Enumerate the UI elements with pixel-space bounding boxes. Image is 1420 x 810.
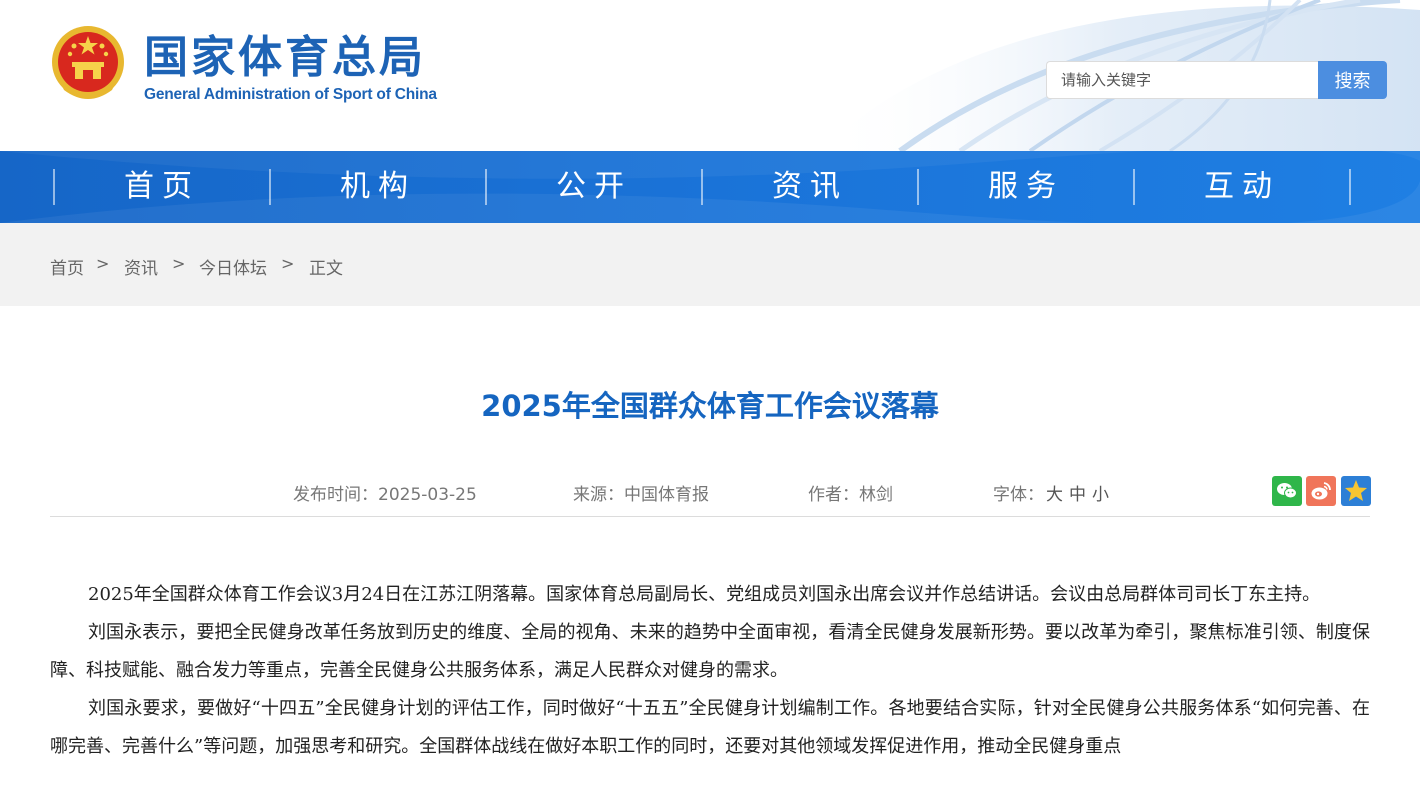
nav-item-organization[interactable]: 机构 [270,151,486,223]
site-subtitle: General Administration of Sport of China [144,86,437,103]
author-label: 作者： [808,485,859,505]
breadcrumb-current: 正文 [309,259,343,279]
breadcrumb-separator: > [281,254,295,273]
source-label: 来源： [573,485,624,505]
breadcrumb-home[interactable]: 首页 [50,254,84,279]
font-size-control: 字体：大中小 [993,480,1109,505]
site-header: 国家体育总局 General Administration of Sport o… [0,0,1420,151]
source-value: 中国体育报 [624,485,709,505]
article-paragraph: 刘国永表示，要把全民健身改革任务放到历史的维度、全局的视角、未来的趋势中全面审视… [50,622,1370,681]
nav-item-disclosure[interactable]: 公开 [486,151,702,223]
font-label: 字体： [993,485,1044,505]
breadcrumb-news[interactable]: 资讯 [124,254,158,279]
article-paragraph: 2025年全国群众体育工作会议3月24日在江苏江阴落幕。国家体育总局副局长、党组… [88,584,1321,605]
font-medium-option[interactable]: 中 [1069,485,1086,505]
source-info: 来源：中国体育报 [573,480,709,505]
national-emblem-logo [52,26,124,99]
publish-label: 发布时间： [293,485,378,505]
nav-item-interaction[interactable]: 互动 [1134,151,1350,223]
author-value: 林剑 [859,485,893,505]
nav-item-home[interactable]: 首页 [54,151,270,223]
font-large-option[interactable]: 大 [1046,485,1063,505]
nav-item-services[interactable]: 服务 [918,151,1134,223]
weibo-icon[interactable] [1306,476,1336,506]
breadcrumb-separator: > [96,254,110,273]
publish-info: 发布时间：2025-03-25 [293,480,477,505]
font-small-option[interactable]: 小 [1092,485,1109,505]
nav-separator [1349,169,1351,205]
meta-divider [50,516,1370,517]
breadcrumb-today-sports[interactable]: 今日体坛 [199,254,267,279]
nav-item-news[interactable]: 资讯 [702,151,918,223]
search-input[interactable] [1046,61,1318,99]
search-button[interactable]: 搜索 [1318,61,1387,99]
publish-date: 2025-03-25 [378,485,477,505]
qzone-icon[interactable] [1341,476,1371,506]
article-body: 2025年全国群众体育工作会议3月24日在江苏江阴落幕。国家体育总局副局长、党组… [50,576,1370,766]
wechat-icon[interactable] [1272,476,1302,506]
article-title: 2025年全国群众体育工作会议落幕 [481,389,939,423]
author-info: 作者：林剑 [808,480,893,505]
breadcrumb-separator: > [172,254,186,273]
article-paragraph: 刘国永要求，要做好“十四五”全民健身计划的评估工作，同时做好“十五五”全民健身计… [50,698,1370,757]
main-nav: 首页 机构 公开 资讯 服务 互动 [0,151,1420,223]
site-title: 国家体育总局 [144,32,426,83]
